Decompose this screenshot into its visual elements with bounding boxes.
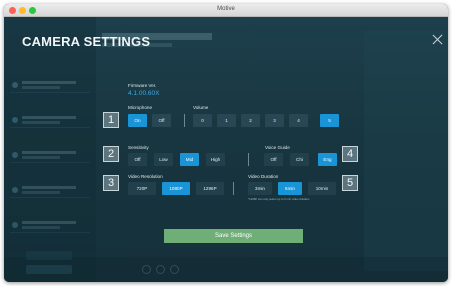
sensitivity-off-button[interactable]: Off bbox=[128, 153, 147, 166]
callout-2: 2 bbox=[103, 146, 119, 162]
voice-guide-eng-button[interactable]: Eng bbox=[318, 153, 337, 166]
divider bbox=[184, 114, 185, 127]
app-window: Motive CAMERA SETTINGS Firmware Ver. 4.1… bbox=[4, 4, 448, 282]
camera-settings-overlay: CAMERA SETTINGS Firmware Ver. 4.1.00.60X… bbox=[4, 17, 448, 282]
title-bar: Motive bbox=[4, 4, 448, 17]
save-settings-button[interactable]: Save Settings bbox=[164, 229, 303, 243]
duration-note: *1296P can only select up to 5 min video… bbox=[248, 197, 310, 201]
modal-title: CAMERA SETTINGS bbox=[22, 34, 151, 49]
voice-guide-off-button[interactable]: Off bbox=[264, 153, 283, 166]
sensitivity-high-button[interactable]: High bbox=[206, 153, 225, 166]
duration-3min-button[interactable]: 3min bbox=[248, 182, 272, 195]
video-resolution-label: Video Resolution bbox=[128, 174, 163, 179]
divider bbox=[248, 153, 249, 166]
divider bbox=[233, 182, 234, 195]
firmware-version: 4.1.00.60X bbox=[128, 90, 160, 97]
sensitivity-mid-button[interactable]: Mid bbox=[180, 153, 199, 166]
background-right-panel bbox=[364, 31, 448, 271]
firmware-label: Firmware Ver. bbox=[128, 83, 157, 88]
volume-3-button[interactable]: 3 bbox=[265, 114, 284, 127]
resolution-1080p-button[interactable]: 1080P bbox=[162, 182, 190, 195]
callout-1: 1 bbox=[103, 112, 119, 128]
video-duration-label: Video Duration bbox=[248, 174, 279, 179]
volume-4-button[interactable]: 4 bbox=[289, 114, 308, 127]
callout-4: 4 bbox=[342, 146, 358, 162]
duration-10min-button[interactable]: 10min bbox=[308, 182, 336, 195]
volume-0-button[interactable]: 0 bbox=[193, 114, 212, 127]
background-sidebar bbox=[4, 17, 96, 282]
volume-1-button[interactable]: 1 bbox=[217, 114, 236, 127]
resolution-1296p-button[interactable]: 1296P bbox=[196, 182, 224, 195]
voice-guide-label: Voice Guide bbox=[265, 145, 290, 150]
volume-5-button[interactable]: 5 bbox=[320, 114, 339, 127]
microphone-label: Microphone bbox=[128, 105, 153, 110]
duration-5min-button[interactable]: 5min bbox=[278, 182, 302, 195]
volume-label: Volume bbox=[193, 105, 209, 110]
background-toolbar bbox=[4, 251, 448, 282]
sensitivity-label: Sensitivity bbox=[128, 145, 149, 150]
voice-guide-chi-button[interactable]: Chi bbox=[290, 153, 309, 166]
resolution-720p-button[interactable]: 720P bbox=[128, 182, 156, 195]
sensitivity-low-button[interactable]: Low bbox=[154, 153, 173, 166]
window-title: Motive bbox=[217, 6, 235, 12]
callout-3: 3 bbox=[103, 175, 119, 191]
volume-2-button[interactable]: 2 bbox=[241, 114, 260, 127]
microphone-off-button[interactable]: Off bbox=[152, 114, 171, 127]
microphone-on-button[interactable]: On bbox=[128, 114, 147, 127]
callout-5: 5 bbox=[342, 175, 358, 191]
close-icon[interactable] bbox=[432, 34, 443, 45]
